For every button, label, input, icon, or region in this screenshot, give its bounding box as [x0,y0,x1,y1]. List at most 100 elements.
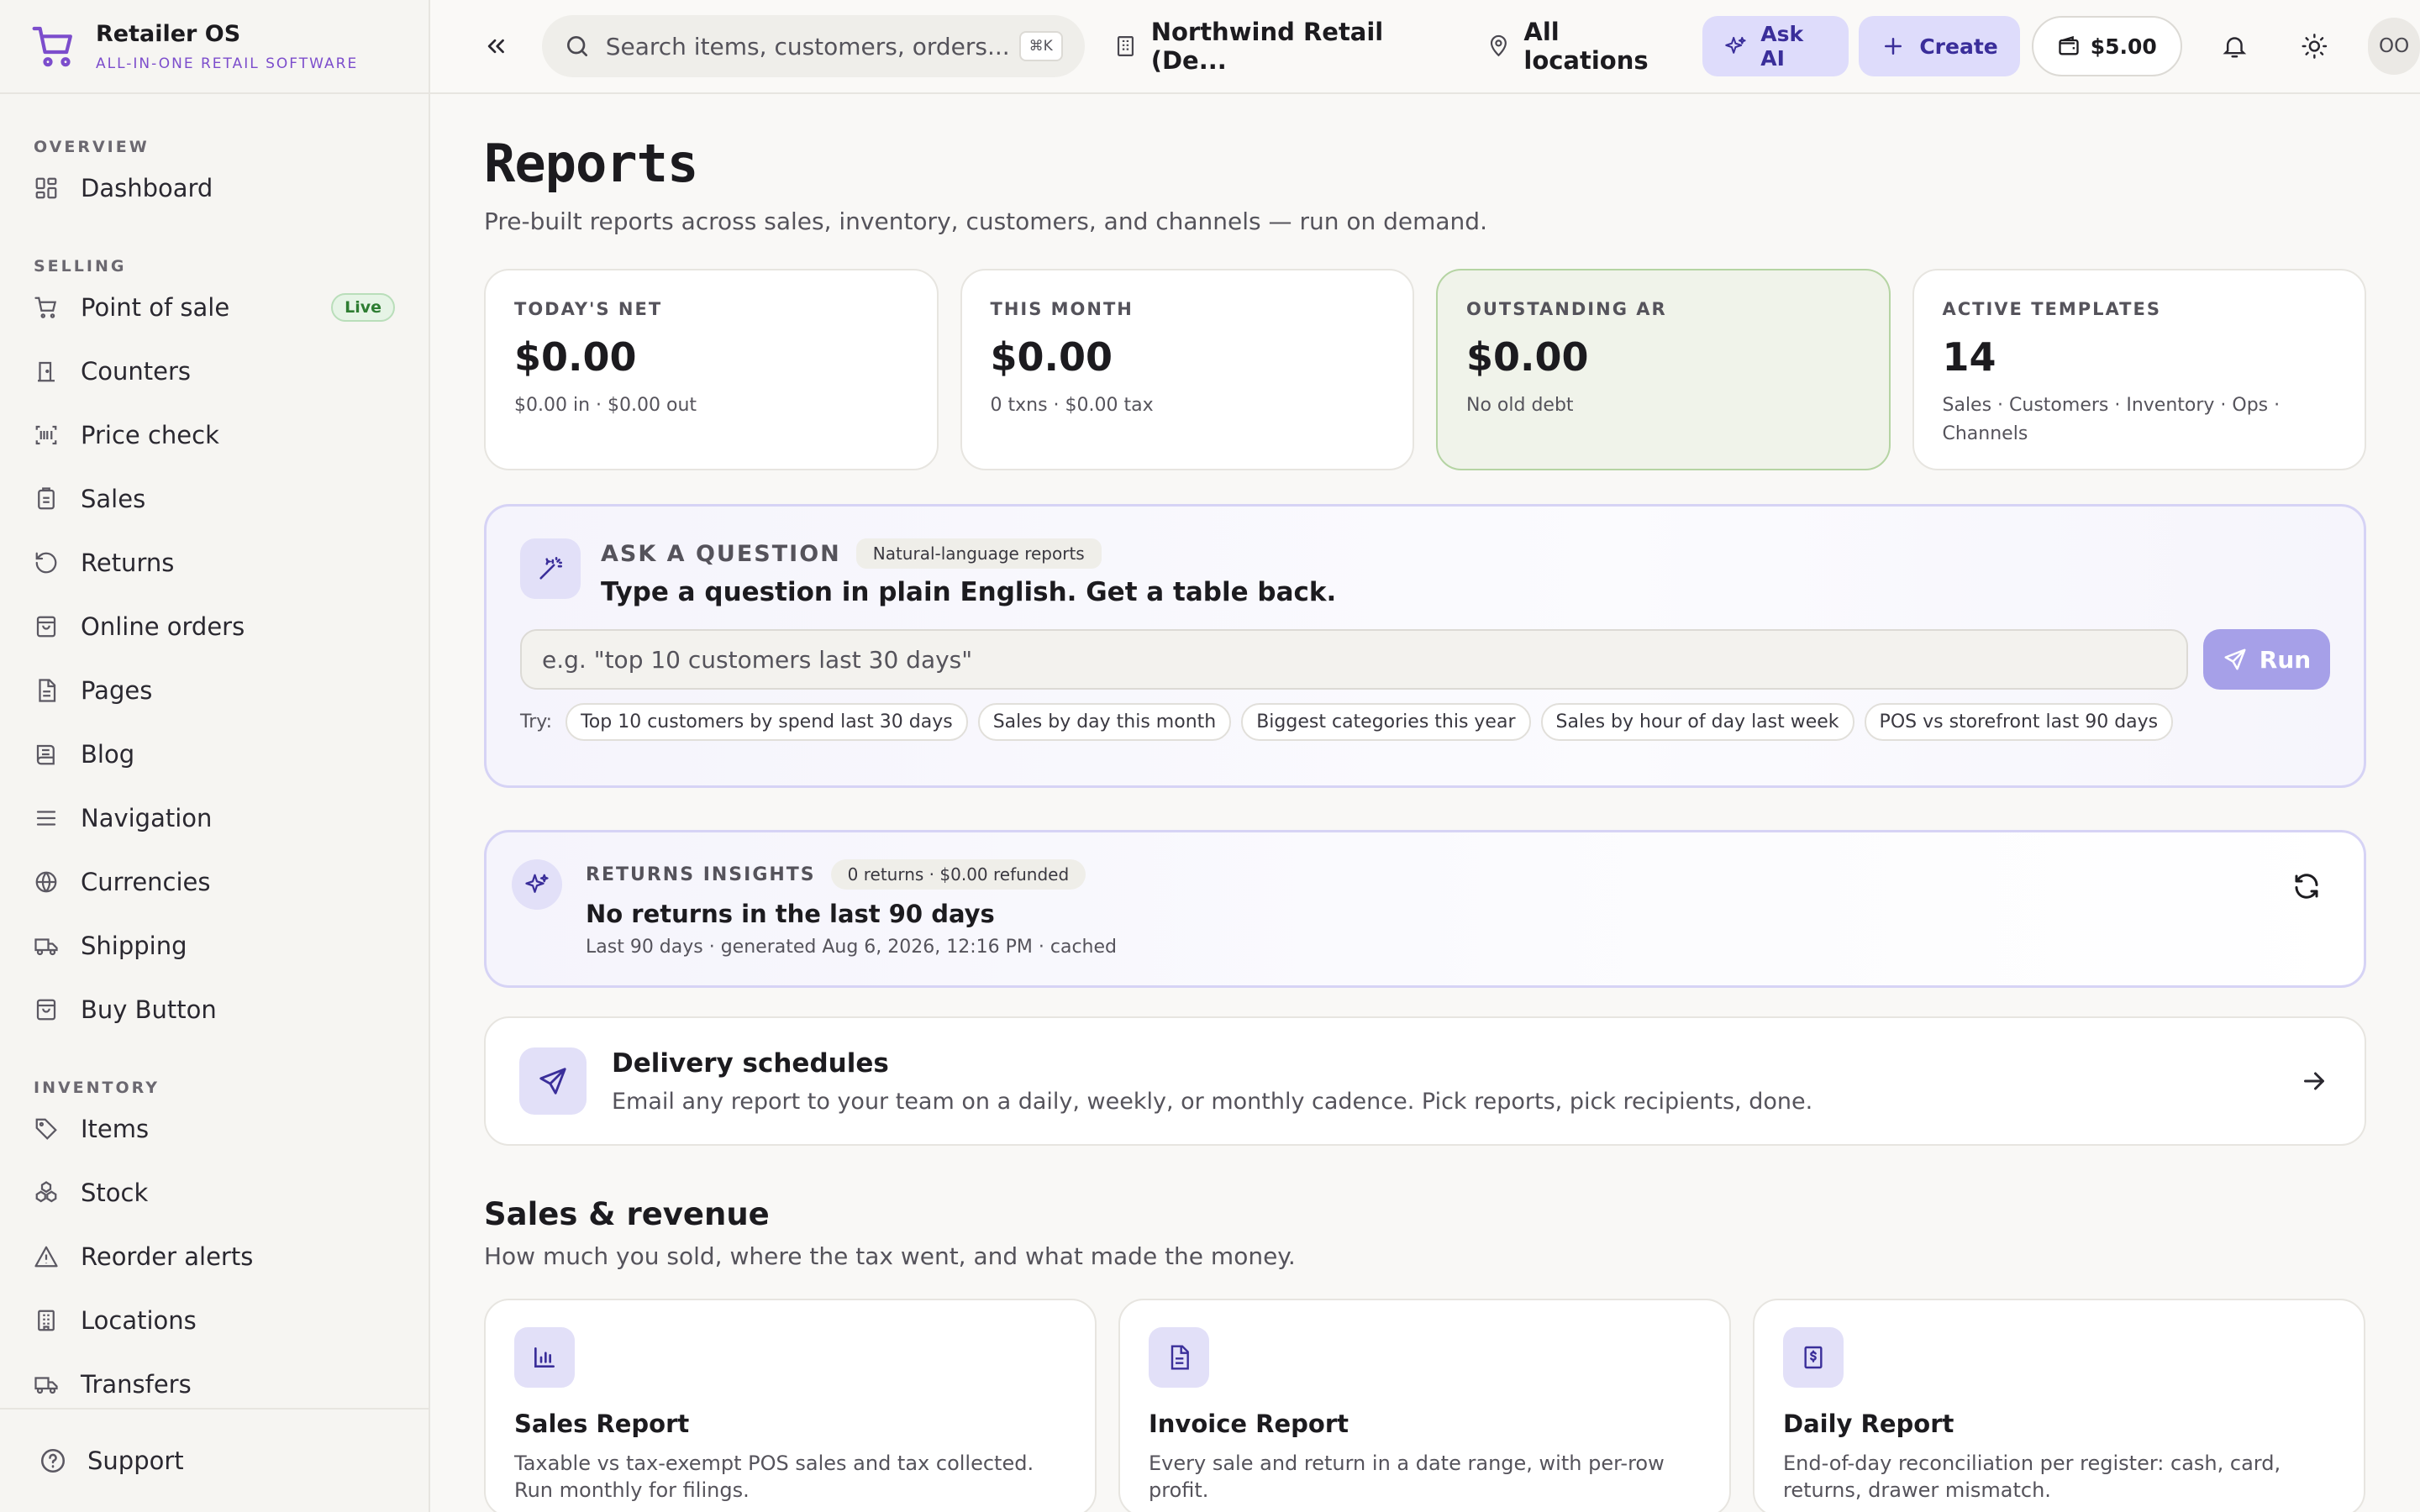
collapse-sidebar-icon[interactable] [482,31,510,61]
brand-name: Retailer OS [96,20,241,47]
report-card-sales[interactable]: Sales Report Taxable vs tax-exempt POS s… [484,1299,1097,1512]
kpi-card-todays-net: TODAY'S NET $0.00 $0.00 in · $0.00 out [484,269,939,470]
question-input[interactable] [520,629,2189,690]
live-badge: Live [331,293,395,322]
sidebar-item-shipping[interactable]: Shipping [34,914,395,978]
sidebar-item-label: Transfers [81,1370,192,1399]
alert-icon [34,1246,58,1268]
sidebar-item-label: Dashboard [81,174,213,202]
kpi-sub: No old debt [1466,395,1574,416]
kpi-card-outstanding-ar: OUTSTANDING AR $0.00 No old debt [1436,269,1891,470]
sidebar-item-stock[interactable]: Stock [34,1161,395,1225]
report-desc: Every sale and return in a date range, w… [1149,1452,1665,1502]
sidebar-item-reorder-alerts[interactable]: Reorder alerts [34,1225,395,1289]
sidebar-item-online-orders[interactable]: Online orders [34,595,395,659]
sidebar-item-currencies[interactable]: Currencies [34,850,395,914]
topbar: ⌘K Northwind Retail (De... All locations… [430,0,2420,94]
create-button[interactable]: Create [1859,16,2020,76]
sidebar-item-label: Sales [81,485,146,513]
sidebar-item-navigation[interactable]: Navigation [34,786,395,850]
sparkle-icon [512,859,562,910]
org-switcher[interactable]: Northwind Retail (De... [1113,18,1438,75]
run-button[interactable]: Run [2203,629,2330,690]
bar-chart-icon [514,1327,575,1388]
report-card-daily[interactable]: Daily Report End-of-day reconciliation p… [1753,1299,2365,1512]
insights-meta: Last 90 days · generated Aug 6, 2026, 12… [586,937,1117,958]
sidebar-item-pages[interactable]: Pages [34,659,395,722]
nav-heading: INVENTORY [34,1079,160,1097]
sidebar-item-buy-button[interactable]: Buy Button [34,978,395,1042]
global-search[interactable]: ⌘K [541,15,1085,77]
sidebar-item-returns[interactable]: Returns [34,531,395,595]
sidebar: Retailer OS ALL-IN-ONE RETAIL SOFTWARE O… [0,0,430,1512]
sidebar-nav[interactable]: OVERVIEW Dashboard SELLING Point of sale… [0,94,429,1408]
sidebar-item-label: Counters [81,357,191,386]
main-content: Reports Pre-built reports across sales, … [484,94,2366,1512]
sidebar-item-label: Stock [81,1179,149,1207]
sidebar-item-transfers[interactable]: Transfers [34,1352,395,1408]
location-name: All locations [1523,18,1649,75]
support-label: Support [87,1446,184,1475]
clipboard-icon [38,487,55,510]
avatar[interactable]: OO [2368,18,2420,75]
sidebar-item-items[interactable]: Items [34,1097,395,1161]
wallet-balance-button[interactable]: $5.00 [2031,16,2182,76]
sidebar-item-blog[interactable]: Blog [34,722,395,786]
sun-icon[interactable] [2301,31,2328,61]
balance-value: $5.00 [2090,34,2157,59]
arrow-right-icon[interactable] [2299,1066,2329,1096]
sidebar-item-label: Point of sale [81,293,230,322]
try-label: Try: [520,711,553,732]
report-title: Sales Report [514,1410,690,1438]
suggestion-chip[interactable]: Sales by hour of day last week [1540,703,1854,741]
bag-icon [36,999,56,1021]
sidebar-item-counters[interactable]: Counters [34,339,395,403]
document-icon [1149,1327,1209,1388]
bell-icon[interactable] [2221,31,2249,61]
section-subtitle: How much you sold, where the tax went, a… [484,1242,1296,1270]
boxes-icon [35,1181,57,1203]
report-card-invoice[interactable]: Invoice Report Every sale and return in … [1118,1299,1731,1512]
sidebar-item-sales[interactable]: Sales [34,467,395,531]
sidebar-item-label: Navigation [81,804,213,832]
sidebar-item-price-check[interactable]: Price check [34,403,395,467]
sidebar-item-label: Blog [81,740,135,769]
kpi-label: TODAY'S NET [514,299,663,319]
sidebar-item-support[interactable]: Support [0,1408,429,1512]
undo-icon [35,552,57,574]
send-icon [519,1047,587,1115]
suggestion-chip[interactable]: POS vs storefront last 90 days [1864,703,2174,741]
sidebar-item-label: Items [81,1115,150,1143]
sidebar-item-point-of-sale[interactable]: Point of sale Live [34,276,395,339]
nav-heading: SELLING [34,257,127,276]
refresh-icon[interactable] [2291,871,2322,901]
sidebar-item-label: Returns [81,549,175,577]
section-title: Sales & revenue [484,1196,770,1232]
sidebar-item-dashboard[interactable]: Dashboard [34,156,395,220]
map-pin-icon [1490,34,1507,57]
insights-title: No returns in the last 90 days [586,900,995,928]
search-input[interactable] [605,32,1019,60]
suggestion-chip[interactable]: Biggest categories this year [1241,703,1531,741]
page-subtitle: Pre-built reports across sales, inventor… [484,207,1487,235]
sidebar-item-label: Online orders [81,612,245,641]
kpi-card-active-templates: ACTIVE TEMPLATES 14 Sales · Customers · … [1912,269,2366,470]
kpi-label: OUTSTANDING AR [1466,299,1667,319]
dashboard-icon [35,177,57,199]
location-switcher[interactable]: All locations [1486,18,1676,75]
bag-icon [36,616,56,638]
delivery-schedules-card[interactable]: Delivery schedules Email any report to y… [484,1016,2366,1146]
ask-ai-label: Ask AI [1760,22,1804,71]
ask-ai-button[interactable]: Ask AI [1702,16,1849,76]
sidebar-item-locations[interactable]: Locations [34,1289,395,1352]
ask-title: Type a question in plain English. Get a … [601,577,1337,607]
building-icon [38,1310,55,1331]
suggestion-chip[interactable]: Sales by day this month [977,703,1232,741]
brand-tagline: ALL-IN-ONE RETAIL SOFTWARE [96,55,359,72]
plus-icon [1885,38,1902,55]
brand[interactable]: Retailer OS ALL-IN-ONE RETAIL SOFTWARE [0,0,429,94]
suggestion-chip[interactable]: Top 10 customers by spend last 30 days [566,703,968,741]
sidebar-item-label: Buy Button [81,995,217,1024]
globe-icon [35,871,57,893]
search-icon [566,36,587,56]
